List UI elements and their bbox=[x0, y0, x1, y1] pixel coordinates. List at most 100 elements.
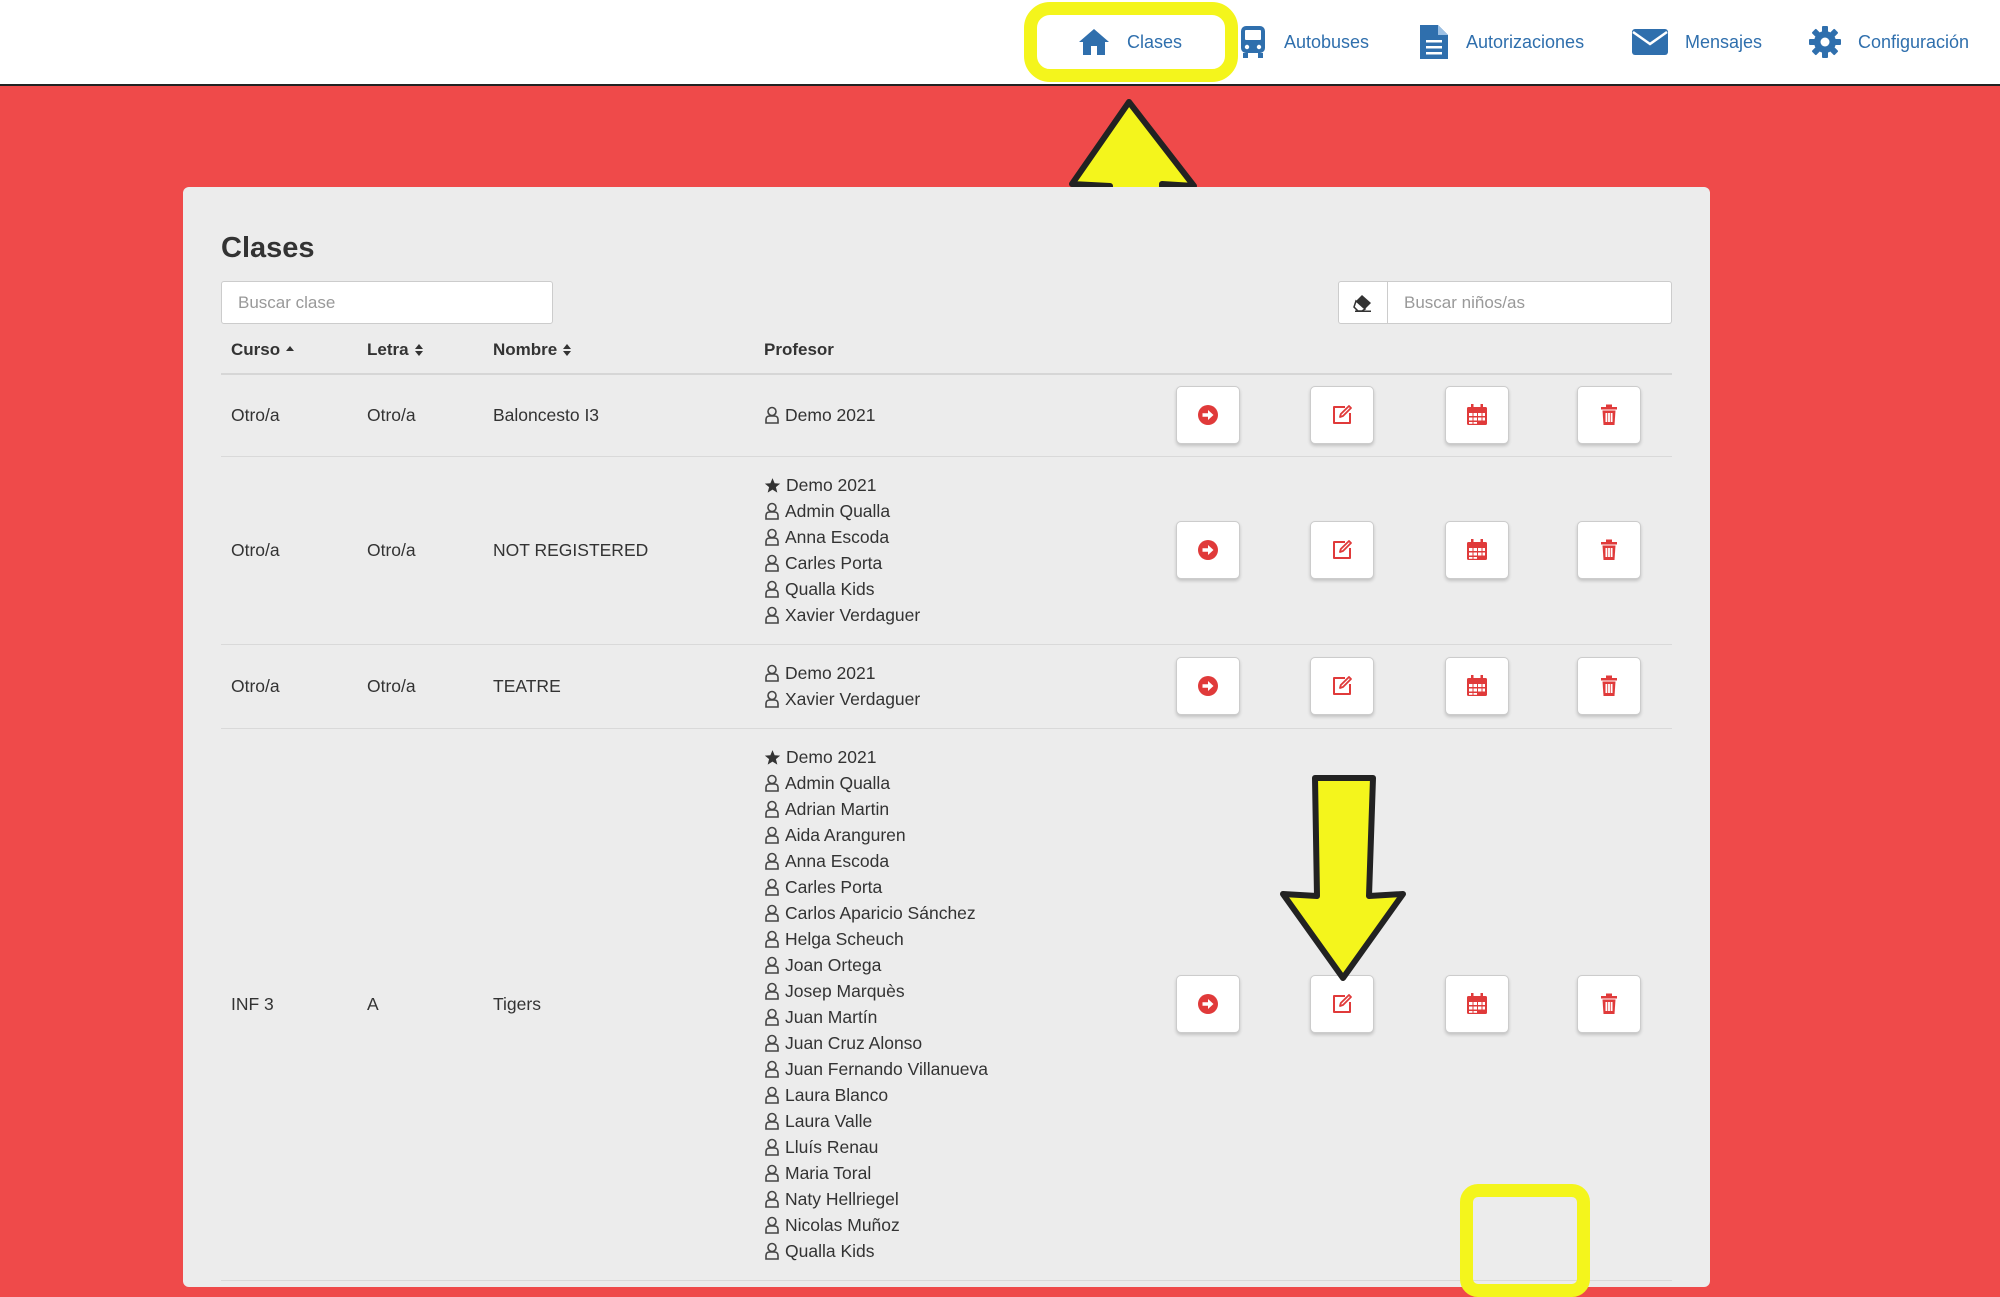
nav-item-autorizaciones[interactable]: Autorizaciones bbox=[1418, 0, 1584, 84]
teacher-item: Joan Ortega bbox=[764, 952, 988, 978]
teacher-name: Xavier Verdaguer bbox=[785, 604, 921, 625]
user-icon bbox=[765, 904, 779, 922]
teacher-name: Admin Qualla bbox=[785, 772, 891, 793]
nav-item-autobuses[interactable]: Autobuses bbox=[1238, 0, 1369, 84]
teacher-name: Juan Fernando Villanueva bbox=[785, 1058, 989, 1079]
teacher-name: Demo 2021 bbox=[785, 662, 876, 683]
teacher-item: Helga Scheuch bbox=[764, 926, 988, 952]
nav-item-clases[interactable]: Clases bbox=[1077, 0, 1182, 84]
teacher-item: Carles Porta bbox=[764, 550, 920, 576]
sort-ascending-icon bbox=[286, 346, 295, 351]
calendar-button[interactable] bbox=[1445, 521, 1509, 579]
column-header-letra[interactable]: Letra bbox=[367, 327, 424, 373]
document-icon bbox=[1420, 25, 1448, 59]
teacher-item: Aida Aranguren bbox=[764, 822, 988, 848]
column-header-nombre[interactable]: Nombre bbox=[493, 327, 572, 373]
cell-letra: A bbox=[367, 993, 379, 1014]
nav-label-configuracion: Configuración bbox=[1858, 31, 1970, 52]
teacher-item: Josep Marquès bbox=[764, 978, 988, 1004]
go-to-class-button[interactable] bbox=[1176, 657, 1240, 715]
teacher-item: Anna Escoda bbox=[764, 848, 988, 874]
teacher-list: Demo 2021 Xavier Verdaguer bbox=[764, 660, 920, 712]
user-icon bbox=[765, 800, 779, 818]
column-label-nombre: Nombre bbox=[493, 340, 558, 359]
home-icon bbox=[1079, 29, 1109, 55]
teacher-name: Laura Blanco bbox=[785, 1084, 889, 1105]
teacher-name: Qualla Kids bbox=[785, 578, 875, 599]
delete-class-button[interactable] bbox=[1577, 386, 1641, 444]
sort-icon bbox=[414, 344, 423, 356]
nav-item-configuracion[interactable]: Configuración bbox=[1808, 0, 1969, 84]
teacher-list: Demo 2021 Admin Qualla Adrian Martin Aida A… bbox=[764, 744, 988, 1264]
calendar-button[interactable] bbox=[1445, 386, 1509, 444]
user-icon bbox=[765, 1138, 779, 1156]
teacher-item: Demo 2021 bbox=[764, 402, 875, 428]
teacher-name: Carlos Aparicio Sánchez bbox=[785, 902, 976, 923]
teacher-item: Carlos Aparicio Sánchez bbox=[764, 900, 988, 926]
page-title: Clases bbox=[221, 232, 315, 264]
teacher-name: Admin Qualla bbox=[785, 500, 891, 521]
user-icon bbox=[765, 664, 779, 682]
user-icon bbox=[765, 1242, 779, 1260]
arrow-right-circle-icon bbox=[1198, 405, 1218, 425]
delete-class-button[interactable] bbox=[1577, 521, 1641, 579]
edit-class-button[interactable] bbox=[1310, 521, 1374, 579]
teacher-item: Maria Toral bbox=[764, 1160, 988, 1186]
delete-class-button[interactable] bbox=[1577, 975, 1641, 1033]
calendar-button[interactable] bbox=[1445, 657, 1509, 715]
search-kids-input[interactable]: Buscar niños/as bbox=[1388, 281, 1672, 324]
go-to-class-button[interactable] bbox=[1176, 975, 1240, 1033]
teacher-name: Carles Porta bbox=[785, 876, 883, 897]
go-to-class-button[interactable] bbox=[1176, 521, 1240, 579]
teacher-item: Juan Fernando Villanueva bbox=[764, 1056, 988, 1082]
user-icon bbox=[765, 528, 779, 546]
user-icon bbox=[765, 982, 779, 1000]
search-kids-placeholder: Buscar niños/as bbox=[1404, 292, 1525, 312]
teacher-item: Xavier Verdaguer bbox=[764, 686, 920, 712]
user-icon bbox=[765, 1164, 779, 1182]
user-icon bbox=[765, 606, 779, 624]
edit-icon bbox=[1333, 676, 1352, 695]
teacher-item: Qualla Kids bbox=[764, 1238, 988, 1264]
user-icon bbox=[765, 580, 779, 598]
eraser-icon bbox=[1353, 294, 1371, 312]
teacher-item: Qualla Kids bbox=[764, 576, 920, 602]
column-header-curso[interactable]: Curso bbox=[231, 327, 295, 373]
top-navigation-bar: Clases Autobuses Autorizaciones Mensajes bbox=[0, 0, 2000, 86]
teacher-item: Xavier Verdaguer bbox=[764, 602, 920, 628]
calendar-button[interactable] bbox=[1445, 975, 1509, 1033]
teacher-name: Maria Toral bbox=[785, 1162, 872, 1183]
search-class-placeholder: Buscar clase bbox=[238, 292, 336, 312]
envelope-icon bbox=[1632, 29, 1668, 55]
cell-letra: Otro/a bbox=[367, 404, 416, 425]
search-class-input[interactable]: Buscar clase bbox=[221, 281, 553, 324]
nav-label-mensajes: Mensajes bbox=[1685, 31, 1763, 52]
nav-label-autobuses: Autobuses bbox=[1284, 31, 1370, 52]
edit-icon bbox=[1333, 405, 1352, 424]
nav-item-mensajes[interactable]: Mensajes bbox=[1631, 0, 1762, 84]
go-to-class-button[interactable] bbox=[1176, 386, 1240, 444]
teacher-name: Naty Hellriegel bbox=[785, 1188, 899, 1209]
user-icon bbox=[765, 1216, 779, 1234]
arrow-right-circle-icon bbox=[1198, 540, 1218, 560]
teacher-name: Aida Aranguren bbox=[785, 824, 906, 845]
calendar-icon bbox=[1467, 404, 1487, 425]
cell-nombre: Baloncesto I3 bbox=[493, 404, 600, 425]
user-icon bbox=[765, 1008, 779, 1026]
calendar-icon bbox=[1467, 539, 1487, 560]
user-icon bbox=[765, 554, 779, 572]
edit-class-button[interactable] bbox=[1310, 657, 1374, 715]
teacher-item: Lluís Renau bbox=[764, 1134, 988, 1160]
edit-icon bbox=[1333, 994, 1352, 1013]
delete-class-button[interactable] bbox=[1577, 657, 1641, 715]
user-icon bbox=[765, 956, 779, 974]
arrow-right-circle-icon bbox=[1198, 676, 1218, 696]
edit-class-button[interactable] bbox=[1310, 386, 1374, 444]
user-icon bbox=[765, 826, 779, 844]
teacher-name: Carles Porta bbox=[785, 552, 883, 573]
teacher-name: Lluís Renau bbox=[785, 1136, 879, 1157]
teacher-name: Adrian Martin bbox=[785, 798, 890, 819]
teacher-name: Anna Escoda bbox=[785, 850, 890, 871]
clear-search-button[interactable] bbox=[1338, 281, 1388, 324]
trash-icon bbox=[1601, 539, 1617, 560]
